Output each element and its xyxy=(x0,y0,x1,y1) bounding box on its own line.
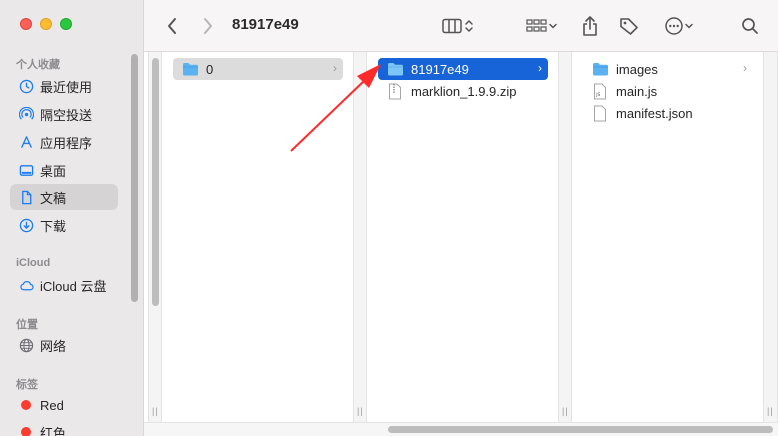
search-button[interactable] xyxy=(738,12,762,40)
sidebar: 个人收藏 最近使用 隔空投送 应用程序 桌面 文稿 下载 iCloud iClo… xyxy=(0,0,144,436)
download-icon xyxy=(18,217,34,233)
sidebar-section-favorites: 个人收藏 xyxy=(16,59,60,71)
window-controls xyxy=(20,18,72,30)
desktop-icon xyxy=(18,162,34,178)
red-tag-dot-icon xyxy=(21,427,31,436)
sidebar-item-label: 下载 xyxy=(40,218,67,234)
column-resize-handle[interactable]: || xyxy=(562,406,569,416)
sidebar-section-tags: 标签 xyxy=(16,379,38,391)
columns-view-icon xyxy=(442,18,462,34)
chevron-right-icon: › xyxy=(538,61,542,75)
forward-button[interactable] xyxy=(196,12,220,40)
red-tag-dot-icon xyxy=(21,400,31,410)
sidebar-section-locations: 位置 xyxy=(16,319,38,331)
item-name: marklion_1.9.9.zip xyxy=(411,83,517,99)
column-resize-handle[interactable]: || xyxy=(767,406,774,416)
view-mode-button[interactable] xyxy=(436,12,480,40)
more-actions-button[interactable] xyxy=(660,12,698,40)
folder-icon xyxy=(591,61,609,77)
sidebar-item-recents[interactable]: 最近使用 xyxy=(10,73,118,99)
document-icon xyxy=(18,189,34,205)
tag-button[interactable] xyxy=(616,12,642,40)
search-icon xyxy=(742,18,758,34)
sidebar-item-label: 桌面 xyxy=(40,163,67,179)
horizontal-scrollbar[interactable] xyxy=(388,426,773,433)
column-divider-2: || xyxy=(558,52,572,422)
airdrop-icon xyxy=(18,106,34,122)
sidebar-item-label: 应用程序 xyxy=(40,135,93,151)
applications-icon xyxy=(18,134,34,150)
list-item-zip[interactable]: marklion_1.9.9.zip xyxy=(378,80,548,102)
tag-icon xyxy=(620,18,638,35)
sidebar-item-network[interactable]: 网络 xyxy=(10,332,118,358)
sidebar-item-label: Red xyxy=(40,397,64,413)
svg-text:JS: JS xyxy=(595,92,600,98)
minimize-button[interactable] xyxy=(40,18,52,30)
close-button[interactable] xyxy=(20,18,32,30)
json-file-icon xyxy=(591,105,609,121)
share-button[interactable] xyxy=(578,12,602,40)
finder-window: 个人收藏 最近使用 隔空投送 应用程序 桌面 文稿 下载 iCloud iClo… xyxy=(0,0,778,436)
column-resize-handle[interactable]: || xyxy=(152,406,159,416)
zoom-button[interactable] xyxy=(60,18,72,30)
sidebar-item-label: 最近使用 xyxy=(40,79,93,95)
chevron-down-icon xyxy=(685,23,693,29)
item-name: images xyxy=(616,61,658,77)
chevron-left-icon xyxy=(168,18,176,34)
sidebar-item-label: iCloud 云盘 xyxy=(40,278,107,294)
sidebar-section-icloud: iCloud xyxy=(16,257,51,269)
window-title: 81917e49 xyxy=(232,16,299,33)
column-divider-1: || xyxy=(353,52,367,422)
ellipsis-circle-icon xyxy=(665,17,683,35)
cloud-icon xyxy=(18,277,34,293)
list-item-folder-0[interactable]: 0 › xyxy=(173,58,343,80)
column-browser: || 0 › || 81917e49 › marklion_1.9.9.zip xyxy=(144,52,778,436)
chevron-right-icon xyxy=(204,18,212,34)
item-name: main.js xyxy=(616,83,658,99)
item-name: 81917e49 xyxy=(411,61,469,77)
sidebar-item-tag-red-cn[interactable]: 红色 xyxy=(10,419,118,436)
clock-icon xyxy=(18,78,34,94)
chevron-updown-icon xyxy=(465,20,473,32)
network-icon xyxy=(18,337,34,353)
column-resize-handle[interactable]: || xyxy=(357,406,364,416)
back-button[interactable] xyxy=(160,12,184,40)
js-file-icon: JS xyxy=(591,83,609,99)
sidebar-scrollbar[interactable] xyxy=(131,54,138,302)
toolbar: 81917e49 xyxy=(144,0,778,52)
column-divider-3: || xyxy=(763,52,778,422)
column-scrollbar[interactable] xyxy=(152,58,159,306)
chevron-right-icon: › xyxy=(333,61,337,75)
group-button[interactable] xyxy=(522,12,562,40)
list-item-folder-images[interactable]: images › xyxy=(583,58,753,80)
sidebar-item-documents[interactable]: 文稿 xyxy=(10,184,118,210)
sidebar-item-applications[interactable]: 应用程序 xyxy=(10,129,118,155)
sidebar-item-label: 红色 xyxy=(40,425,67,436)
list-item-manifest-json[interactable]: manifest.json xyxy=(583,102,753,124)
sidebar-item-label: 网络 xyxy=(40,338,67,354)
sidebar-item-label: 文稿 xyxy=(40,190,67,206)
share-icon xyxy=(583,16,597,36)
sidebar-item-icloud-drive[interactable]: iCloud 云盘 xyxy=(10,272,118,298)
chevron-down-icon xyxy=(549,23,557,29)
item-name: 0 xyxy=(206,61,214,77)
sidebar-item-downloads[interactable]: 下载 xyxy=(10,212,118,238)
sidebar-item-desktop[interactable]: 桌面 xyxy=(10,157,118,183)
sidebar-item-label: 隔空投送 xyxy=(40,107,93,123)
sidebar-item-airdrop[interactable]: 隔空投送 xyxy=(10,101,118,127)
list-item-folder-81917e49[interactable]: 81917e49 › xyxy=(378,58,548,80)
folder-icon xyxy=(386,61,404,77)
folder-icon xyxy=(181,61,199,77)
grid-icon xyxy=(526,19,547,32)
sidebar-item-tag-red[interactable]: Red xyxy=(10,392,118,418)
column-strip-left: || xyxy=(148,52,162,422)
list-item-main-js[interactable]: JS main.js xyxy=(583,80,753,102)
zip-file-icon xyxy=(386,83,404,99)
chevron-right-icon: › xyxy=(743,61,747,75)
item-name: manifest.json xyxy=(616,105,693,121)
